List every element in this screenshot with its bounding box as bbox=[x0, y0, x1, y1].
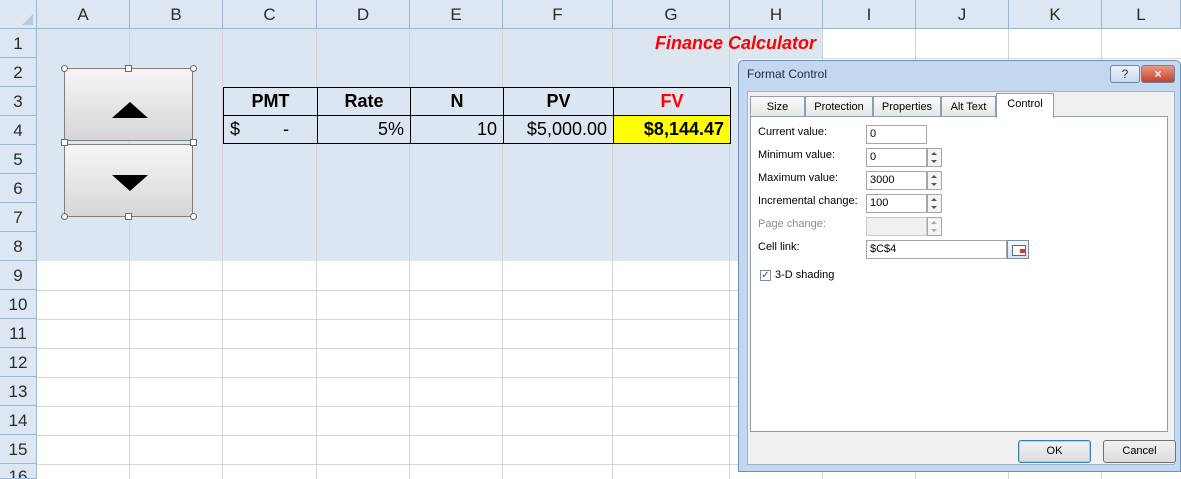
row-header-5[interactable]: 5 bbox=[0, 145, 37, 174]
maximum-value-spinner[interactable] bbox=[927, 171, 942, 190]
range-select-icon[interactable] bbox=[1007, 240, 1029, 259]
resize-handle[interactable] bbox=[125, 213, 132, 220]
row-header-16[interactable]: 16 bbox=[0, 464, 37, 479]
column-header-a[interactable]: A bbox=[37, 0, 130, 29]
resize-handle[interactable] bbox=[61, 65, 68, 72]
cell-link-field[interactable]: $C$4 bbox=[866, 240, 1007, 259]
cell-n[interactable]: 10 bbox=[410, 115, 504, 144]
tab-alt-text[interactable]: Alt Text bbox=[941, 96, 996, 117]
resize-handle[interactable] bbox=[125, 65, 132, 72]
resize-handle[interactable] bbox=[190, 139, 197, 146]
page-change-label: Page change: bbox=[758, 218, 826, 230]
control-panel: Current value: 0 Minimum value: 0 Maximu… bbox=[750, 116, 1168, 432]
minimum-value-label: Minimum value: bbox=[758, 149, 836, 161]
row-header-14[interactable]: 14 bbox=[0, 406, 37, 435]
cancel-button[interactable]: Cancel bbox=[1103, 440, 1176, 463]
resize-handle[interactable] bbox=[190, 65, 197, 72]
resize-handle[interactable] bbox=[61, 213, 68, 220]
finance-table: PMT Rate N PV FV $ - 5% 10 $5,000.00 $8,… bbox=[223, 87, 731, 144]
triangle-up-icon bbox=[112, 102, 148, 118]
minimum-value-spinner[interactable] bbox=[927, 148, 942, 167]
row-header-13[interactable]: 13 bbox=[0, 377, 37, 406]
row-header-15[interactable]: 15 bbox=[0, 435, 37, 464]
cell-rate[interactable]: 5% bbox=[317, 115, 411, 144]
cell-fv[interactable]: $8,144.47 bbox=[613, 115, 731, 144]
cell-pmt[interactable]: $ - bbox=[223, 115, 318, 144]
dialog-body: Size Protection Properties Alt Text Cont… bbox=[747, 91, 1176, 465]
header-pmt[interactable]: PMT bbox=[223, 87, 318, 116]
close-button[interactable]: × bbox=[1141, 65, 1175, 83]
row-header-4[interactable]: 4 bbox=[0, 116, 37, 145]
maximum-value-label: Maximum value: bbox=[758, 172, 839, 184]
column-header-g[interactable]: G bbox=[613, 0, 730, 29]
row-header-2[interactable]: 2 bbox=[0, 58, 37, 87]
page-change-spinner bbox=[927, 217, 942, 236]
current-value-field[interactable]: 0 bbox=[866, 125, 927, 144]
gridline bbox=[822, 58, 1181, 59]
row-header-10[interactable]: 10 bbox=[0, 290, 37, 319]
tab-protection[interactable]: Protection bbox=[805, 96, 873, 117]
column-header-e[interactable]: E bbox=[410, 0, 503, 29]
tab-size[interactable]: Size bbox=[750, 96, 805, 117]
cell-link-label: Cell link: bbox=[758, 241, 800, 253]
row-header-1[interactable]: 1 bbox=[0, 29, 37, 58]
column-header-c[interactable]: C bbox=[223, 0, 317, 29]
column-header-f[interactable]: F bbox=[503, 0, 613, 29]
header-rate[interactable]: Rate bbox=[317, 87, 411, 116]
pmt-currency-symbol: $ bbox=[230, 119, 241, 139]
triangle-down-icon bbox=[112, 175, 148, 191]
incremental-change-label: Incremental change: bbox=[758, 195, 858, 207]
row-header-7[interactable]: 7 bbox=[0, 203, 37, 232]
header-n[interactable]: N bbox=[410, 87, 504, 116]
incremental-change-spinner[interactable] bbox=[927, 194, 942, 213]
minimum-value-field[interactable]: 0 bbox=[866, 148, 927, 167]
column-header-h[interactable]: H bbox=[730, 0, 823, 29]
tab-properties[interactable]: Properties bbox=[873, 96, 941, 117]
row-header-12[interactable]: 12 bbox=[0, 348, 37, 377]
maximum-value-field[interactable]: 3000 bbox=[866, 171, 927, 190]
help-button[interactable]: ? bbox=[1110, 65, 1140, 83]
column-header-d[interactable]: D bbox=[317, 0, 410, 29]
shading-checkbox[interactable]: ✓ bbox=[760, 270, 771, 281]
column-header-i[interactable]: I bbox=[823, 0, 916, 29]
row-header-9[interactable]: 9 bbox=[0, 261, 37, 290]
row-header-8[interactable]: 8 bbox=[0, 232, 37, 261]
header-pv[interactable]: PV bbox=[503, 87, 614, 116]
cell-pv[interactable]: $5,000.00 bbox=[503, 115, 614, 144]
spin-down-button[interactable] bbox=[64, 144, 193, 217]
column-header-j[interactable]: J bbox=[916, 0, 1009, 29]
resize-handle[interactable] bbox=[190, 213, 197, 220]
ok-button[interactable]: OK bbox=[1018, 440, 1091, 463]
column-header-k[interactable]: K bbox=[1009, 0, 1102, 29]
incremental-change-field[interactable]: 100 bbox=[866, 194, 927, 213]
tab-control[interactable]: Control bbox=[996, 93, 1054, 118]
spin-up-button[interactable] bbox=[64, 68, 193, 141]
resize-handle[interactable] bbox=[61, 139, 68, 146]
pmt-value: - bbox=[283, 119, 289, 139]
row-header-11[interactable]: 11 bbox=[0, 319, 37, 348]
column-header-l[interactable]: L bbox=[1102, 0, 1181, 29]
shading-label: 3-D shading bbox=[775, 269, 835, 281]
header-fv[interactable]: FV bbox=[613, 87, 731, 116]
row-header-3[interactable]: 3 bbox=[0, 87, 37, 116]
column-header-b[interactable]: B bbox=[130, 0, 223, 29]
format-control-dialog: Format Control ? × Size Protection Prope… bbox=[738, 60, 1181, 472]
dialog-title: Format Control bbox=[747, 67, 828, 81]
select-all-corner[interactable] bbox=[0, 0, 37, 29]
row-header-6[interactable]: 6 bbox=[0, 174, 37, 203]
spin-button-control[interactable] bbox=[64, 68, 193, 217]
page-change-field bbox=[866, 217, 927, 236]
sheet-title: Finance Calculator bbox=[654, 33, 816, 53]
current-value-label: Current value: bbox=[758, 126, 828, 138]
